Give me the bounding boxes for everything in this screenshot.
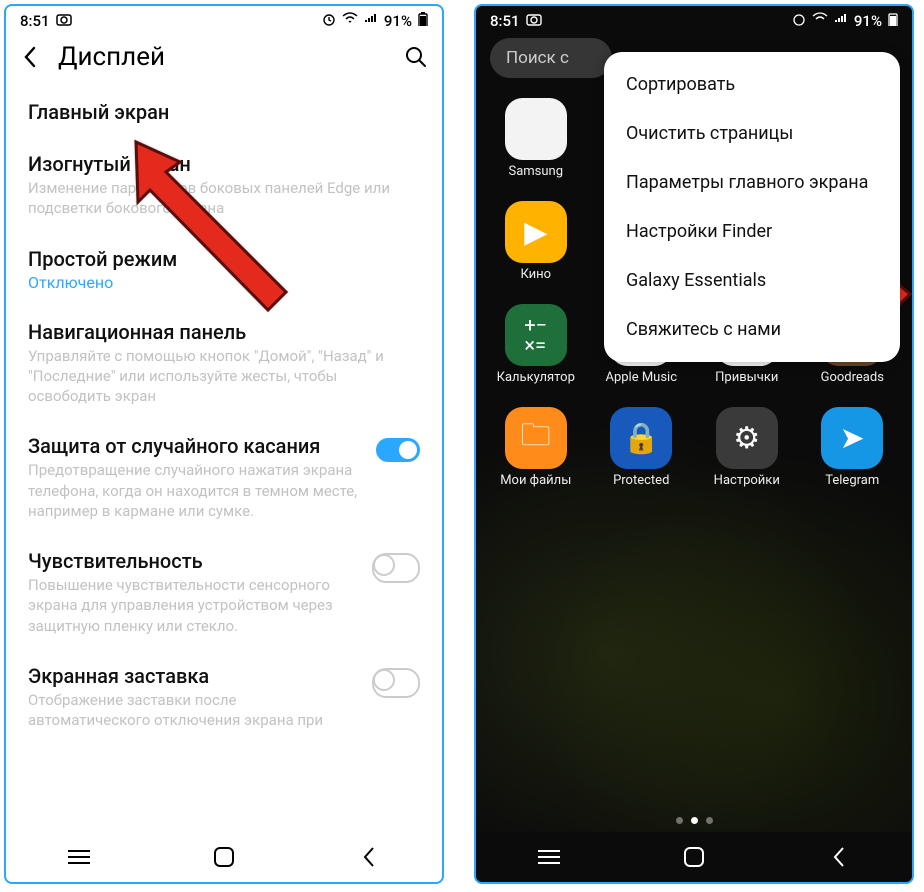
app-telegram[interactable]: ➤ Telegram xyxy=(803,407,903,488)
app-label: Protected xyxy=(613,473,669,488)
app-label: Samsung xyxy=(508,164,563,179)
app-label: Telegram xyxy=(825,473,879,488)
battery-text: 91% xyxy=(854,12,882,30)
app-label: Настройки xyxy=(714,473,780,488)
camera-icon xyxy=(56,12,72,30)
item-desc: Предотвращение случайного нажатия экрана… xyxy=(28,460,366,521)
camera-icon xyxy=(526,12,542,30)
status-bar: 8:51 91% xyxy=(476,6,912,32)
menu-finder-settings[interactable]: Настройки Finder xyxy=(604,207,900,256)
status-time: 8:51 xyxy=(20,12,50,30)
app-label: Мои файлы xyxy=(500,473,571,488)
wifi-icon xyxy=(342,12,358,30)
folder-icon xyxy=(505,98,567,160)
toggle-sensitivity[interactable] xyxy=(372,553,420,583)
item-title: Главный экран xyxy=(28,100,420,124)
item-screensaver[interactable]: Экранная заставка Отображение заставки п… xyxy=(6,650,442,745)
item-simple-mode[interactable]: Простой режим Отключено xyxy=(6,233,442,306)
search-placeholder: Поиск с xyxy=(506,48,569,68)
app-icon: ▶ xyxy=(505,201,567,263)
search-field[interactable]: Поиск с xyxy=(490,38,612,78)
app-icon: ➤ xyxy=(821,407,883,469)
toggle-accidental-touch[interactable] xyxy=(376,438,420,462)
back-button[interactable] xyxy=(20,44,40,70)
phone-left-settings: 8:51 91% Дисплей Главный экран Изогнутый… xyxy=(4,4,444,884)
item-nav-bar[interactable]: Навигационная панель Управляйте с помощь… xyxy=(6,306,442,421)
item-title: Защита от случайного касания xyxy=(28,434,366,458)
item-title: Чувствительность xyxy=(28,549,362,573)
item-desc: Повышение чувствительности сенсорного эк… xyxy=(28,575,362,636)
status-bar: 8:51 91% xyxy=(6,6,442,32)
settings-list: Главный экран Изогнутый экран Изменение … xyxy=(6,78,442,744)
nav-bar xyxy=(6,832,442,882)
item-desc: Отображение заставки после автоматическо… xyxy=(28,690,362,731)
item-title: Простой режим xyxy=(28,247,420,271)
pager xyxy=(476,817,912,824)
item-sensitivity[interactable]: Чувствительность Повышение чувствительно… xyxy=(6,535,442,650)
app-icon: 🔒 xyxy=(610,407,672,469)
menu-clear-pages[interactable]: Очистить страницы xyxy=(604,109,900,158)
battery-icon xyxy=(418,12,428,30)
signal-icon xyxy=(364,12,378,30)
menu-contact-us[interactable]: Свяжитесь с нами xyxy=(604,305,900,354)
item-status: Отключено xyxy=(28,273,420,292)
app-icon: +−×= xyxy=(505,304,567,366)
app-my-files[interactable]: 🗀 Мои файлы xyxy=(486,407,586,488)
pager-dot-active[interactable] xyxy=(691,817,698,824)
app-icon: 🗀 xyxy=(505,407,567,469)
item-desc: Управляйте с помощью кнопок "Домой", "На… xyxy=(28,346,420,407)
app-label: Goodreads xyxy=(821,370,884,385)
nav-back[interactable] xyxy=(825,846,853,868)
status-time: 8:51 xyxy=(490,12,520,30)
item-home-screen[interactable]: Главный экран xyxy=(6,86,442,138)
signal-icon xyxy=(834,12,848,30)
nav-recent[interactable] xyxy=(65,846,93,868)
alarm-icon xyxy=(322,12,336,30)
menu-sort[interactable]: Сортировать xyxy=(604,60,900,109)
battery-icon xyxy=(888,12,898,30)
header: Дисплей xyxy=(6,32,442,78)
nav-home[interactable] xyxy=(680,846,708,868)
nav-back[interactable] xyxy=(355,846,383,868)
item-edge-screen[interactable]: Изогнутый экран Изменение параметров бок… xyxy=(6,138,442,233)
nav-recent[interactable] xyxy=(535,846,563,868)
app-label: Apple Music xyxy=(605,370,677,385)
item-title: Навигационная панель xyxy=(28,320,420,344)
app-label: Калькулятор xyxy=(497,370,575,385)
pager-dot[interactable] xyxy=(676,817,683,824)
app-protected[interactable]: 🔒 Protected xyxy=(592,407,692,488)
item-title: Изогнутый экран xyxy=(28,152,420,176)
page-title: Дисплей xyxy=(58,42,386,72)
toggle-screensaver[interactable] xyxy=(372,668,420,698)
wifi-icon xyxy=(812,12,828,30)
app-label: Кино xyxy=(520,267,551,282)
search-button[interactable] xyxy=(404,45,428,69)
app-calculator[interactable]: +−×= Калькулятор xyxy=(486,304,586,385)
menu-galaxy-essentials[interactable]: Galaxy Essentials xyxy=(604,256,900,305)
item-accidental-touch[interactable]: Защита от случайного касания Предотвраще… xyxy=(6,420,442,535)
item-title: Экранная заставка xyxy=(28,664,362,688)
pager-dot[interactable] xyxy=(706,817,713,824)
gear-icon: ⚙ xyxy=(716,407,778,469)
app-settings[interactable]: ⚙ Настройки xyxy=(697,407,797,488)
menu-home-settings[interactable]: Параметры главного экрана xyxy=(604,158,900,207)
alarm-icon xyxy=(792,12,806,30)
app-kino[interactable]: ▶ Кино xyxy=(486,201,586,282)
battery-text: 91% xyxy=(384,12,412,30)
phone-right-launcher: 8:51 91% Поиск с Samsung ▶ Кино xyxy=(474,4,914,884)
app-label: Привычки xyxy=(715,370,778,385)
nav-home[interactable] xyxy=(210,846,238,868)
item-desc: Изменение параметров боковых панелей Edg… xyxy=(28,178,420,219)
app-samsung[interactable]: Samsung xyxy=(486,98,586,179)
nav-bar xyxy=(476,832,912,882)
context-menu: Сортировать Очистить страницы Параметры … xyxy=(604,52,900,362)
